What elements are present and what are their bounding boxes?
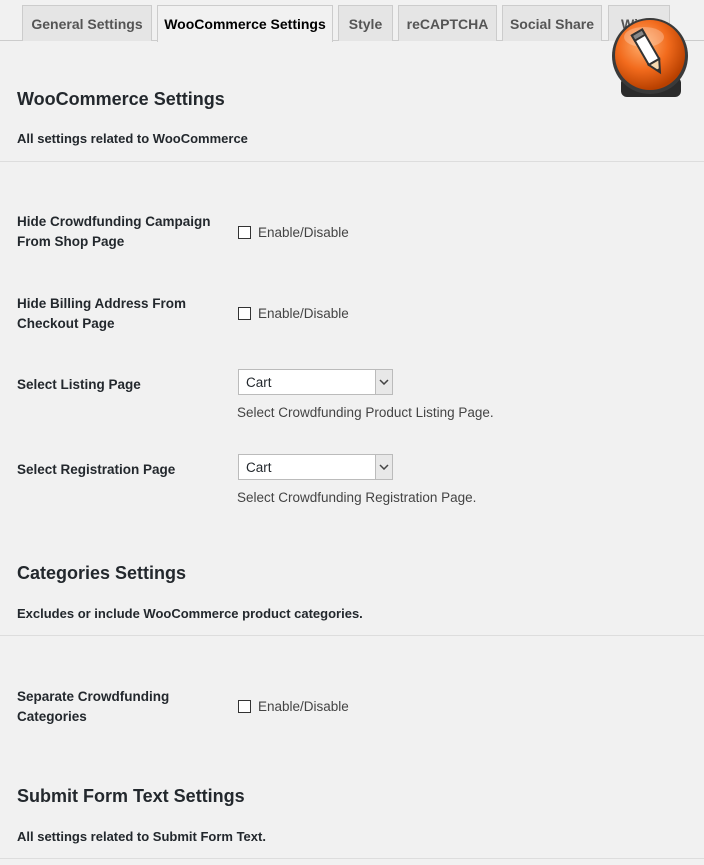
listing-page-label: Select Listing Page — [17, 377, 141, 392]
settings-tab-bar: General Settings WooCommerce Settings St… — [0, 0, 704, 42]
hide-billing-label: Hide Billing Address From Checkout Page — [17, 296, 187, 331]
listing-page-help: Select Crowdfunding Product Listing Page… — [237, 405, 494, 420]
pencil-edit-icon[interactable] — [608, 15, 692, 99]
section-description-woocommerce: All settings related to WooCommerce — [17, 131, 248, 146]
section-title-submit-form: Submit Form Text Settings — [17, 786, 245, 806]
registration-page-label: Select Registration Page — [17, 462, 176, 477]
hide-billing-option[interactable]: Enable/Disable — [238, 306, 349, 321]
tab-style[interactable]: Style — [338, 5, 393, 41]
hide-campaign-checkbox-label: Enable/Disable — [258, 225, 349, 240]
tab-label: WooCommerce Settings — [164, 16, 326, 32]
tab-social-share[interactable]: Social Share — [502, 5, 602, 41]
listing-page-select[interactable]: Cart — [238, 369, 393, 395]
section-divider — [0, 858, 704, 859]
section-divider — [0, 635, 704, 636]
hide-billing-checkbox[interactable] — [238, 307, 251, 320]
tab-recaptcha[interactable]: reCAPTCHA — [398, 5, 497, 41]
chevron-down-icon — [375, 455, 392, 479]
section-description-submit-form: All settings related to Submit Form Text… — [17, 829, 266, 844]
separate-categories-option[interactable]: Enable/Disable — [238, 699, 349, 714]
registration-page-select[interactable]: Cart — [238, 454, 393, 480]
separate-categories-checkbox-label: Enable/Disable — [258, 699, 349, 714]
hide-campaign-checkbox[interactable] — [238, 226, 251, 239]
hide-campaign-label: Hide Crowdfunding Campaign From Shop Pag… — [17, 214, 211, 249]
tab-general-settings[interactable]: General Settings — [22, 5, 152, 41]
section-description-categories: Excludes or include WooCommerce product … — [17, 606, 363, 621]
section-title-woocommerce: WooCommerce Settings — [17, 89, 225, 109]
separate-categories-label: Separate Crowdfunding Categories — [17, 689, 170, 724]
chevron-down-icon — [375, 370, 392, 394]
tab-label: General Settings — [31, 15, 143, 32]
tab-label: reCAPTCHA — [406, 15, 489, 32]
hide-campaign-option[interactable]: Enable/Disable — [238, 225, 349, 240]
section-divider — [0, 161, 704, 162]
tab-woocommerce-settings[interactable]: WooCommerce Settings — [157, 5, 333, 42]
section-title-categories: Categories Settings — [17, 563, 187, 583]
registration-page-select-value: Cart — [246, 459, 272, 475]
registration-page-help: Select Crowdfunding Registration Page. — [237, 490, 477, 505]
hide-billing-checkbox-label: Enable/Disable — [258, 306, 349, 321]
tab-label: Style — [348, 15, 383, 32]
separate-categories-checkbox[interactable] — [238, 700, 251, 713]
tab-label: Social Share — [509, 15, 595, 32]
listing-page-select-value: Cart — [246, 374, 272, 390]
